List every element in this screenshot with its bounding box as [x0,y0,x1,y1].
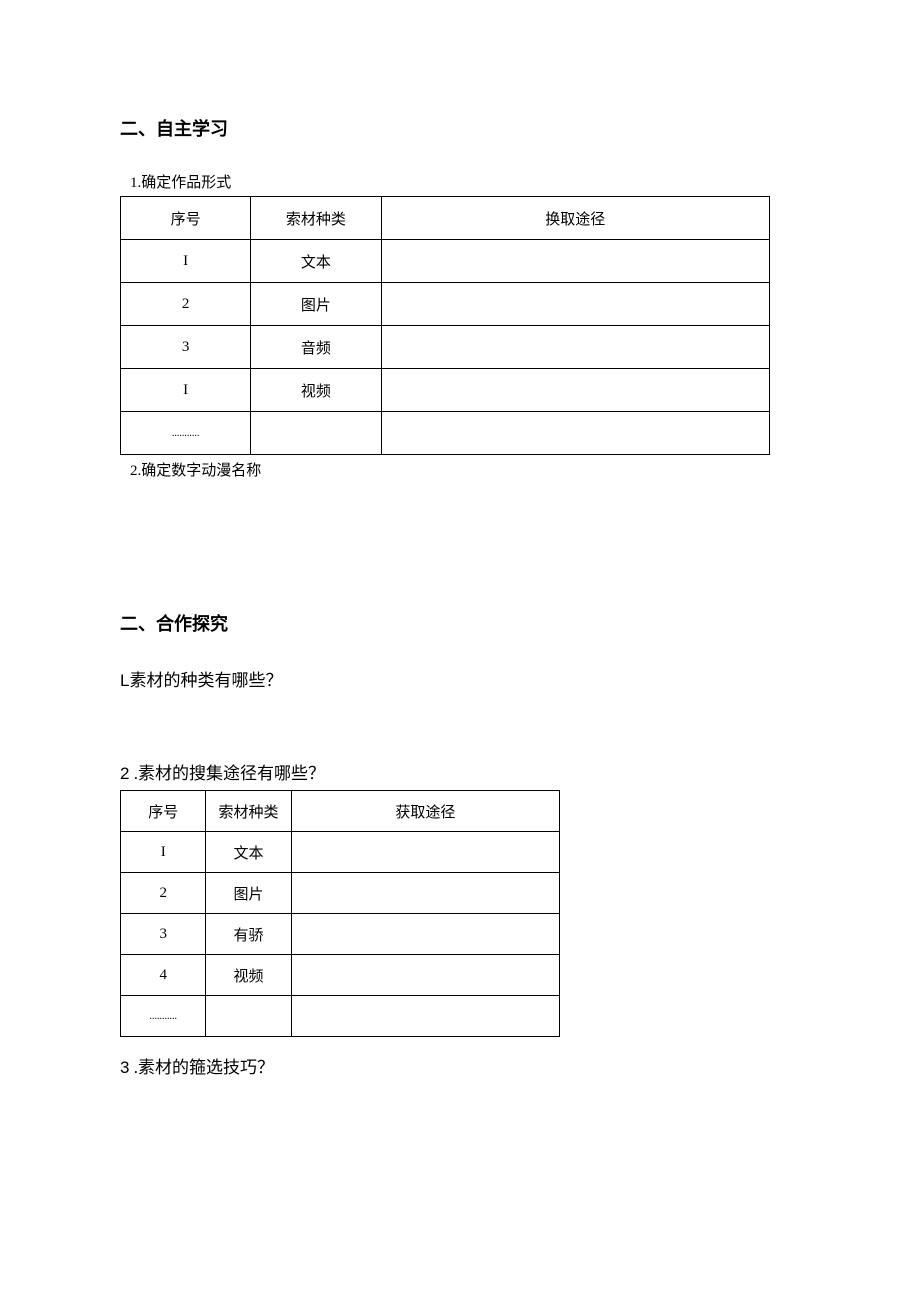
table-cell: ........... [121,412,251,455]
table-cell [291,832,559,873]
table-cell: I [121,240,251,283]
page: 二、自主学习 1.确定作品形式 序号 索材种类 换取途径 I 文本 2 图片 3… [0,0,920,1301]
table-cell: 4 [121,955,206,996]
section1-heading: 二、自主学习 [120,115,800,141]
table-cell: 2 [121,873,206,914]
table-cell [381,412,769,455]
table-cell [206,996,291,1037]
table-cell: 3 [121,326,251,369]
table-row: 3 有骄 [121,914,560,955]
question-1-text: 素材的种类有哪些？ [129,671,282,690]
table-cell: 视频 [251,369,381,412]
table-header-cell: 索材种类 [251,197,381,240]
table-cell: 图片 [206,873,291,914]
table-cell [381,326,769,369]
table-cell: 音频 [251,326,381,369]
table-header-cell: 换取途径 [381,197,769,240]
table-row: I 视频 [121,369,770,412]
section2-heading: 二、合作探究 [120,610,800,636]
table-cell: I [121,832,206,873]
question-3-text: .素材的箍选技巧？ [129,1058,274,1077]
table-cell: ........... [121,996,206,1037]
table-cell [291,914,559,955]
table-row: ........... [121,412,770,455]
spacer [120,480,800,610]
table-2: 序号 索材种类 获取途径 I 文本 2 图片 3 有骄 4 视频 .......… [120,790,560,1037]
table-cell: 3 [121,914,206,955]
table-row: ........... [121,996,560,1037]
table-cell [291,873,559,914]
table-row: I 文本 [121,832,560,873]
table-header-cell: 序号 [121,791,206,832]
table-row: I 文本 [121,240,770,283]
question-2-text: .素材的搜集途径有哪些？ [129,764,325,783]
table-row: 2 图片 [121,283,770,326]
table-cell [291,955,559,996]
table-cell: 文本 [251,240,381,283]
table-cell [381,369,769,412]
table-header-cell: 索材种类 [206,791,291,832]
question-2: 2 .素材的搜集途径有哪些？ [120,759,800,784]
table-cell [381,283,769,326]
table-cell [251,412,381,455]
table-row: 序号 索材种类 获取途径 [121,791,560,832]
section1-item2: 2.确定数字动漫名称 [120,459,800,480]
table-1: 序号 索材种类 换取途径 I 文本 2 图片 3 音频 I 视频 .......… [120,196,770,455]
table-row: 序号 索材种类 换取途径 [121,197,770,240]
table-cell: I [121,369,251,412]
table-cell [381,240,769,283]
table-cell: 视频 [206,955,291,996]
table-cell: 2 [121,283,251,326]
table-cell [291,996,559,1037]
table-row: 4 视频 [121,955,560,996]
table-cell: 有骄 [206,914,291,955]
section1-item1: 1.确定作品形式 [120,171,800,192]
question-3: 3 .素材的箍选技巧？ [120,1053,800,1078]
table-header-cell: 序号 [121,197,251,240]
table-cell: 文本 [206,832,291,873]
table-row: 3 音频 [121,326,770,369]
question-1: L素材的种类有哪些？ [120,666,800,691]
table-row: 2 图片 [121,873,560,914]
table-header-cell: 获取途径 [291,791,559,832]
table-cell: 图片 [251,283,381,326]
